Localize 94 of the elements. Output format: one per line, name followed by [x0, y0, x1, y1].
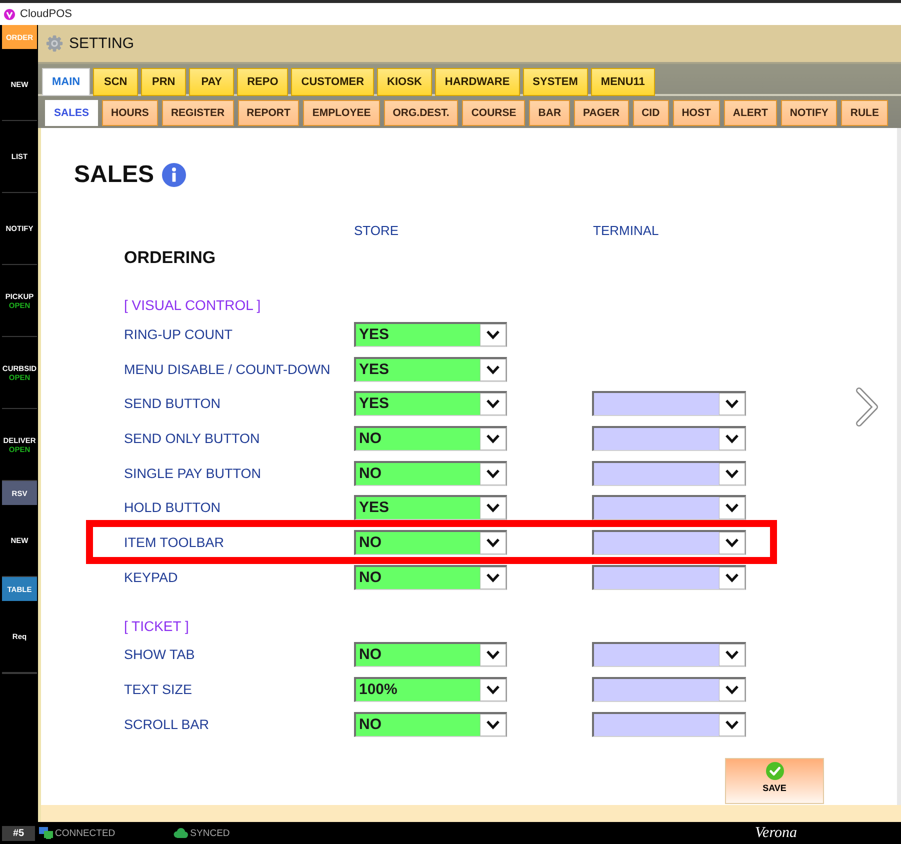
setting-label: SHOW TAB: [124, 647, 196, 662]
main-tab[interactable]: SYSTEM: [522, 68, 588, 96]
chevron-down-icon: [719, 393, 745, 416]
sub-tab[interactable]: HOST: [672, 100, 720, 126]
location-name: Verona: [755, 824, 797, 842]
sub-tab[interactable]: BAR: [529, 100, 570, 126]
main-tab[interactable]: MAIN: [42, 68, 90, 96]
main-tab[interactable]: MENU11: [590, 68, 655, 96]
terminal-number: #5: [2, 826, 35, 840]
chevron-down-icon: [480, 644, 506, 666]
section-heading: ORDERING: [124, 248, 217, 268]
sub-tab[interactable]: SALES: [45, 100, 98, 126]
page-heading: SALES: [74, 161, 154, 189]
group-heading: [ TICKET ]: [124, 618, 190, 634]
setting-label: SEND BUTTON: [124, 396, 222, 412]
sub-tab[interactable]: PAGER: [574, 100, 629, 126]
terminal-select[interactable]: [592, 530, 746, 555]
save-button[interactable]: SAVE: [725, 758, 824, 804]
sub-tab[interactable]: REGISTER: [162, 100, 234, 126]
setting-label: HOLD BUTTON: [124, 500, 222, 516]
setting-label: SCROLL BAR: [124, 716, 210, 732]
terminal-select[interactable]: [592, 564, 746, 590]
info-icon[interactable]: [162, 163, 186, 187]
sub-tab[interactable]: REPORT: [238, 100, 300, 126]
setting-label: RING-UP COUNT: [124, 326, 234, 342]
terminal-select[interactable]: [592, 642, 746, 668]
check-circle-icon: [766, 762, 784, 780]
chevron-down-icon: [719, 532, 745, 554]
network-icon: [39, 827, 53, 839]
store-select[interactable]: YES: [354, 322, 507, 347]
group-heading: [ VISUAL CONTROL ]: [124, 297, 262, 313]
column-header: TERMINAL: [593, 223, 659, 239]
column-header: STORE: [354, 223, 400, 239]
chevron-down-icon: [480, 428, 506, 450]
chevron-down-icon: [480, 714, 506, 736]
store-select[interactable]: YES: [354, 356, 507, 382]
chevron-down-icon: [480, 324, 506, 346]
terminal-select[interactable]: [592, 495, 746, 520]
setting-label: ITEM TOOLBAR: [124, 534, 226, 550]
chevron-down-icon: [480, 566, 506, 589]
sub-tab[interactable]: HOURS: [102, 100, 158, 126]
sub-tab[interactable]: NOTIFY: [780, 100, 838, 126]
window-title: CloudPOS: [20, 8, 72, 20]
chevron-down-icon: [719, 497, 745, 520]
store-select[interactable]: NO: [354, 530, 507, 555]
main-tab[interactable]: HARDWARE: [434, 68, 520, 96]
header-title: SETTING: [69, 35, 134, 52]
sub-tab[interactable]: CID: [632, 100, 669, 126]
chevron-down-icon: [719, 566, 745, 589]
chevron-down-icon: [719, 428, 745, 450]
sub-tab[interactable]: RULE: [841, 100, 888, 126]
setting-label: MENU DISABLE / COUNT-DOWN: [124, 362, 332, 377]
cloud-icon: [173, 828, 188, 838]
main-tab[interactable]: KIOSK: [377, 68, 432, 96]
main-tab[interactable]: REPO: [237, 68, 288, 96]
terminal-select[interactable]: [592, 677, 746, 702]
store-select[interactable]: NO: [354, 564, 507, 590]
main-tab[interactable]: PRN: [141, 68, 186, 96]
connection-status: CONNECTED: [55, 828, 116, 838]
sub-tab[interactable]: EMPLOYEE: [303, 100, 380, 126]
terminal-select[interactable]: [592, 391, 746, 416]
chevron-down-icon: [719, 679, 745, 702]
chevron-down-icon: [480, 462, 506, 485]
chevron-down-icon: [480, 358, 506, 381]
main-tab[interactable]: SCN: [93, 68, 138, 96]
app-logo-icon: [4, 8, 15, 20]
chevron-down-icon: [480, 393, 506, 416]
store-select[interactable]: YES: [354, 391, 507, 416]
chevron-down-icon: [719, 462, 745, 485]
terminal-select[interactable]: [592, 460, 746, 486]
terminal-select[interactable]: [592, 426, 746, 451]
sub-tab[interactable]: ORG.DEST.: [384, 100, 458, 126]
setting-label: TEXT SIZE: [124, 682, 194, 698]
main-tab[interactable]: CUSTOMER: [291, 68, 374, 96]
terminal-select[interactable]: [592, 712, 746, 737]
chevron-down-icon: [480, 497, 506, 520]
sub-tab[interactable]: COURSE: [462, 100, 526, 126]
setting-label: SINGLE PAY BUTTON: [124, 466, 262, 481]
chevron-down-icon: [480, 679, 506, 702]
chevron-down-icon: [719, 644, 745, 666]
store-select[interactable]: NO: [354, 460, 507, 486]
setting-label: KEYPAD: [124, 570, 179, 585]
main-tab[interactable]: PAY: [189, 68, 234, 96]
setting-label: SEND ONLY BUTTON: [124, 430, 261, 446]
store-select[interactable]: 100%: [354, 677, 507, 702]
store-select[interactable]: NO: [354, 642, 507, 668]
store-select[interactable]: NO: [354, 426, 507, 451]
sync-status: SYNCED: [190, 828, 230, 838]
chevron-down-icon: [719, 714, 745, 736]
chevron-down-icon: [480, 532, 506, 554]
store-select[interactable]: NO: [354, 712, 507, 737]
settings-icon: [46, 35, 63, 52]
sub-tab[interactable]: ALERT: [724, 100, 777, 126]
store-select[interactable]: YES: [354, 495, 507, 520]
